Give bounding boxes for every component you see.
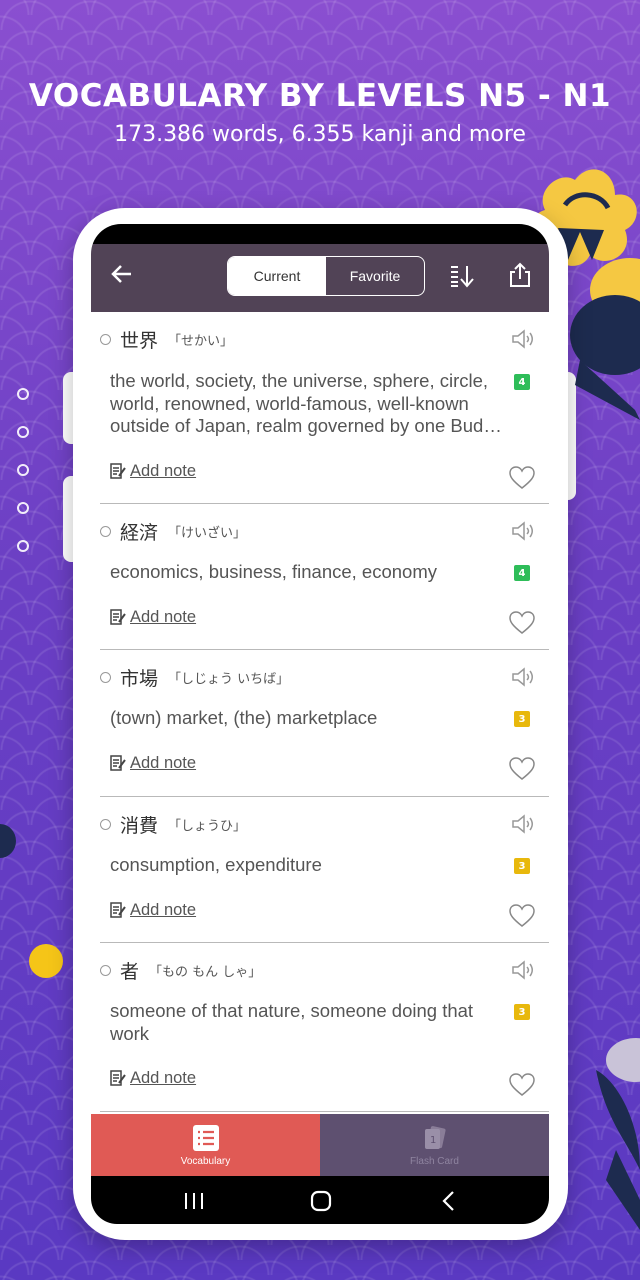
word-kana: 「せかい」: [168, 334, 234, 349]
add-note-link[interactable]: Add note: [109, 1069, 196, 1088]
list-item[interactable]: 者 「もの もん しゃ」 someone of that nature, som…: [100, 943, 549, 1112]
word-meaning: someone of that nature, someone doing th…: [110, 1000, 474, 1044]
level-badge: 4: [514, 374, 530, 390]
add-note-label: Add note: [130, 608, 197, 626]
back-arrow-icon[interactable]: [111, 262, 133, 292]
list-item[interactable]: 世界 「せかい」 the world, society, the univers…: [100, 312, 549, 504]
flash-card-icon: 1: [424, 1125, 446, 1149]
word-row: 者 「もの もん しゃ」: [100, 957, 261, 984]
bottom-tab-bar: Vocabulary 1 Flash Card: [91, 1114, 549, 1176]
word-meaning: (town) market, (the) marketplace: [110, 707, 378, 728]
tab-flash-card[interactable]: 1 Flash Card: [320, 1114, 549, 1176]
select-radio[interactable]: [100, 965, 111, 976]
speaker-icon[interactable]: [511, 520, 535, 546]
word-kanji: 経済: [120, 522, 159, 544]
add-note-link[interactable]: Add note: [109, 608, 196, 627]
segment-control: Current Favorite: [227, 256, 425, 296]
favorite-heart-icon[interactable]: [509, 904, 535, 932]
promo-subline: 173.386 words, 6.355 kanji and more: [114, 122, 526, 147]
speaker-icon[interactable]: [511, 813, 535, 839]
word-kana: 「しじょう いちば」: [168, 672, 290, 687]
note-icon: [110, 1070, 126, 1086]
note-icon: [110, 463, 126, 479]
word-meaning: the world, society, the universe, sphere…: [110, 370, 502, 436]
add-note-link[interactable]: Add note: [109, 901, 196, 920]
level-badge: 3: [514, 711, 530, 727]
list-item[interactable]: 経済 「けいざい」 economics, business, finance, …: [100, 504, 549, 650]
word-meaning: consumption, expenditure: [110, 854, 322, 875]
segment-current[interactable]: Current: [228, 257, 326, 295]
list-item[interactable]: 消費 「しょうひ」 consumption, expenditure 3 Add…: [100, 797, 549, 943]
decorative-dots: [17, 388, 29, 578]
segment-favorite[interactable]: Favorite: [326, 257, 424, 295]
tab-label: Vocabulary: [180, 1155, 231, 1167]
home-icon[interactable]: [309, 1189, 333, 1213]
decorative-yellow-dot: [29, 944, 63, 978]
word-kanji: 世界: [120, 330, 159, 352]
app-bar: Current Favorite: [91, 244, 549, 312]
add-note-link[interactable]: Add note: [109, 754, 196, 773]
level-badge: 4: [514, 565, 530, 581]
select-radio[interactable]: [100, 334, 111, 345]
back-nav-icon[interactable]: [441, 1190, 457, 1212]
speaker-icon[interactable]: [511, 666, 535, 692]
add-note-label: Add note: [130, 1069, 197, 1087]
svg-text:1: 1: [430, 1135, 436, 1146]
add-note-label: Add note: [130, 754, 197, 772]
add-note-label: Add note: [130, 462, 197, 480]
promo-headline: VOCABULARY BY LEVELS N5 - N1: [28, 78, 612, 114]
word-kanji: 消費: [120, 815, 159, 837]
note-icon: [110, 902, 126, 918]
word-kana: 「もの もん しゃ」: [149, 965, 262, 980]
favorite-heart-icon[interactable]: [509, 466, 535, 494]
word-kana: 「しょうひ」: [168, 819, 247, 834]
status-bar: [91, 224, 549, 244]
word-list: 世界 「せかい」 the world, society, the univers…: [91, 312, 549, 1138]
word-row: 世界 「せかい」: [100, 326, 233, 353]
word-kanji: 者: [120, 961, 140, 983]
leaf-decoration-icon: [596, 1038, 640, 1230]
app-screen: Current Favorite 世界 「せかい」 the world, soc…: [91, 224, 549, 1224]
level-badge: 3: [514, 858, 530, 874]
add-note-label: Add note: [130, 901, 197, 919]
note-icon: [110, 755, 126, 771]
note-icon: [110, 609, 126, 625]
sort-icon[interactable]: [449, 264, 475, 292]
add-note-link[interactable]: Add note: [109, 462, 196, 481]
word-row: 消費 「しょうひ」: [100, 811, 246, 838]
word-row: 市場 「しじょう いちば」: [100, 664, 289, 691]
system-nav-bar: [91, 1176, 549, 1224]
favorite-heart-icon[interactable]: [509, 611, 535, 639]
select-radio[interactable]: [100, 819, 111, 830]
tab-label: Flash Card: [410, 1155, 459, 1167]
favorite-heart-icon[interactable]: [509, 1073, 535, 1101]
word-kanji: 市場: [120, 668, 159, 690]
level-badge: 3: [514, 1004, 530, 1020]
list-item[interactable]: 市場 「しじょう いちば」 (town) market, (the) marke…: [100, 650, 549, 797]
word-row: 経済 「けいざい」: [100, 518, 246, 545]
share-icon[interactable]: [509, 262, 531, 292]
word-meaning: economics, business, finance, economy: [110, 561, 438, 582]
word-kana: 「けいざい」: [168, 526, 247, 541]
tab-vocabulary[interactable]: Vocabulary: [91, 1114, 320, 1176]
speaker-icon[interactable]: [511, 959, 535, 985]
select-radio[interactable]: [100, 672, 111, 683]
list-icon: [192, 1124, 219, 1151]
select-radio[interactable]: [100, 526, 111, 537]
favorite-heart-icon[interactable]: [509, 757, 535, 785]
speaker-icon[interactable]: [511, 328, 535, 354]
recent-apps-icon[interactable]: [183, 1191, 205, 1211]
